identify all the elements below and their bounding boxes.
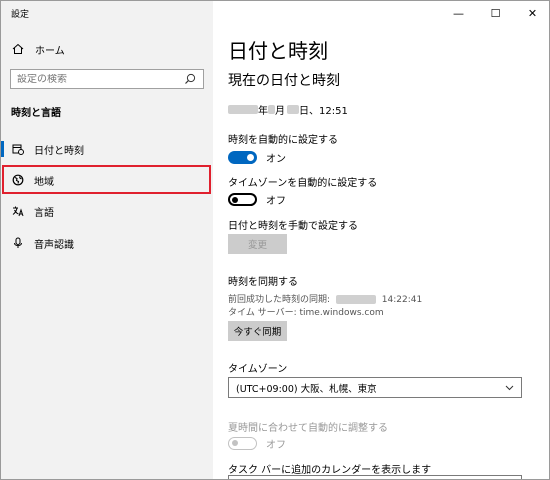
search-icon[interactable]: [184, 73, 197, 86]
auto-time-label: 時刻を自動的に設定する: [228, 135, 338, 146]
caption-buttons: — ☐ ✕: [440, 1, 549, 25]
sidebar-item-language[interactable]: 言語: [1, 196, 213, 226]
redacted-year: [228, 105, 258, 114]
page-title: 日付と時刻: [228, 39, 328, 63]
maximize-button[interactable]: ☐: [477, 1, 514, 25]
day-time: 日、12:51: [299, 106, 348, 117]
sidebar-item-label: 日付と時刻: [34, 145, 84, 157]
timezone-value: (UTC+09:00) 大阪、札幌、東京: [236, 383, 377, 395]
auto-time-state: オン: [266, 154, 286, 165]
auto-timezone-toggle-row: オフ: [228, 192, 286, 207]
last-sync-label: 前回成功した時刻の同期:: [228, 295, 331, 305]
settings-window: 設定 ホーム 時刻と言語 日付と時刻 地域: [0, 0, 550, 480]
current-datetime-heading: 現在の日付と時刻: [228, 73, 340, 89]
redacted-month: [268, 105, 275, 114]
sidebar: 設定 ホーム 時刻と言語 日付と時刻 地域: [1, 1, 213, 479]
timezone-label: タイムゾーン: [228, 364, 288, 375]
sidebar-item-label: 音声認識: [34, 239, 74, 251]
chevron-down-icon: [505, 383, 514, 392]
auto-time-toggle[interactable]: [228, 151, 257, 164]
search-box[interactable]: [10, 69, 204, 89]
sync-now-button[interactable]: 今すぐ同期: [228, 321, 287, 341]
last-sync-info: 前回成功した時刻の同期: 14:22:41: [228, 292, 422, 305]
window-title: 設定: [11, 10, 30, 20]
current-datetime: 年 月 日、12:51: [228, 102, 348, 117]
main-panel: — ☐ ✕ 日付と時刻 現在の日付と時刻 年 月 日、12:51 時刻を自動的に…: [213, 1, 549, 479]
timezone-select[interactable]: (UTC+09:00) 大阪、札幌、東京: [228, 377, 522, 398]
language-icon: [11, 204, 25, 218]
change-button[interactable]: 変更: [228, 234, 287, 254]
sidebar-home-label: ホーム: [35, 45, 65, 57]
sidebar-item-date-time[interactable]: 日付と時刻: [1, 134, 213, 164]
last-sync-time: 14:22:41: [381, 295, 423, 305]
region-highlight-box: [2, 165, 211, 194]
extra-calendar-label: タスク バーに追加のカレンダーを表示します: [228, 465, 432, 476]
redacted-sync-date: [335, 295, 376, 304]
year-suffix: 年: [258, 106, 268, 117]
sidebar-section-title: 時刻と言語: [11, 108, 61, 119]
time-server-info: タイム サーバー: time.windows.com: [228, 308, 384, 318]
manual-set-label: 日付と時刻を手動で設定する: [228, 221, 358, 232]
dst-label: 夏時間に合わせて自動的に調整する: [228, 423, 388, 434]
calendar-clock-icon: [11, 142, 25, 156]
sync-heading: 時刻を同期する: [228, 277, 298, 288]
minimize-button[interactable]: —: [440, 1, 477, 25]
sidebar-home[interactable]: ホーム: [11, 41, 65, 57]
redacted-day: [287, 105, 299, 114]
dst-state: オフ: [266, 440, 286, 451]
month-suffix: 月: [275, 106, 285, 117]
sidebar-item-label: 言語: [34, 207, 54, 219]
auto-time-toggle-row: オン: [228, 150, 286, 165]
close-button[interactable]: ✕: [514, 1, 549, 25]
search-input[interactable]: [17, 73, 177, 85]
home-icon: [11, 42, 25, 56]
auto-timezone-toggle[interactable]: [228, 193, 257, 206]
microphone-icon: [11, 236, 25, 250]
sidebar-item-speech[interactable]: 音声認識: [1, 228, 213, 258]
dst-toggle[interactable]: [228, 437, 257, 450]
extra-calendar-select[interactable]: [228, 475, 522, 479]
dst-toggle-row: オフ: [228, 436, 286, 451]
auto-timezone-label: タイムゾーンを自動的に設定する: [228, 178, 378, 189]
auto-timezone-state: オフ: [266, 196, 286, 207]
